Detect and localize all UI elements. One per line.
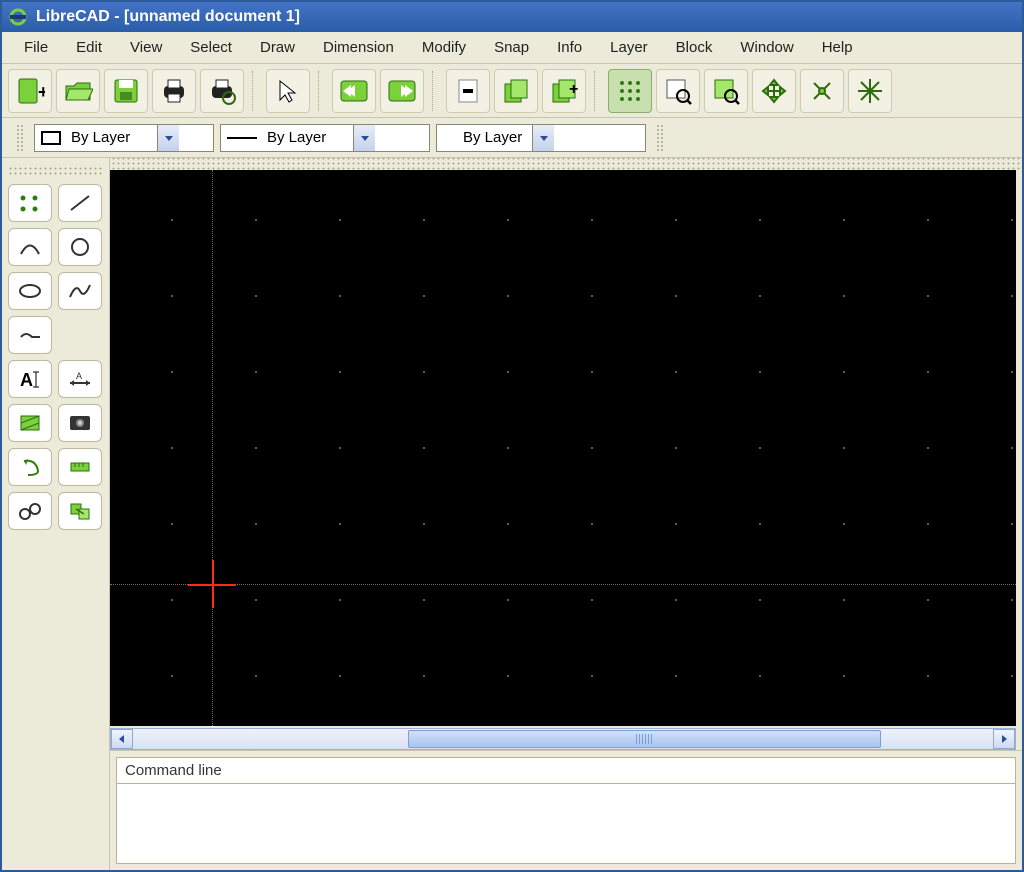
new-button[interactable]: + <box>8 69 52 113</box>
dropdown-arrow-icon[interactable] <box>353 125 375 151</box>
undo-button[interactable] <box>332 69 376 113</box>
svg-text:A: A <box>20 370 33 390</box>
svg-text:+: + <box>569 81 578 98</box>
app-logo-icon <box>8 7 28 27</box>
svg-text:+: + <box>38 82 45 102</box>
lineweight-selector[interactable]: By Layer <box>436 124 646 152</box>
linetype-selector-label: By Layer <box>263 129 353 146</box>
color-selector[interactable]: By Layer <box>34 124 214 152</box>
command-line-input[interactable] <box>116 784 1016 864</box>
toolbar-separator <box>432 71 438 111</box>
axis-vertical <box>212 170 213 726</box>
print-preview-button[interactable] <box>200 69 244 113</box>
arc-tool[interactable] <box>8 228 52 266</box>
cursor-button[interactable] <box>266 69 310 113</box>
hatch-tool[interactable] <box>8 404 52 442</box>
menu-snap[interactable]: Snap <box>480 33 543 62</box>
lineweight-selector-label: By Layer <box>437 129 532 146</box>
grip-icon[interactable] <box>656 124 664 152</box>
menu-select[interactable]: Select <box>176 33 246 62</box>
window-title: LibreCAD - [unnamed document 1] <box>36 8 300 26</box>
toolbar-separator <box>318 71 324 111</box>
points-tool[interactable] <box>8 184 52 222</box>
measure-tool[interactable] <box>58 448 102 486</box>
move-tool[interactable] <box>8 448 52 486</box>
grip-icon[interactable] <box>16 124 24 152</box>
dimension-tool[interactable]: A <box>58 360 102 398</box>
text-tool[interactable]: A <box>8 360 52 398</box>
redo-button[interactable] <box>380 69 424 113</box>
menu-window[interactable]: Window <box>726 33 807 62</box>
menu-file[interactable]: File <box>10 33 62 62</box>
color-selector-label: By Layer <box>67 129 157 146</box>
scroll-right-button[interactable] <box>993 729 1015 749</box>
canvas-wrap: Command line <box>110 158 1022 870</box>
properties-bar: By Layer By Layer By Layer <box>2 118 1022 158</box>
dropdown-arrow-icon[interactable] <box>532 125 554 151</box>
menu-layer[interactable]: Layer <box>596 33 662 62</box>
canvas-grip-icon[interactable] <box>110 158 1022 170</box>
spline-tool[interactable] <box>58 272 102 310</box>
main-area: A A Co <box>2 158 1022 870</box>
edit-block-tool[interactable] <box>58 492 102 530</box>
linetype-sample-icon <box>227 137 257 139</box>
grid-overlay <box>110 170 1016 726</box>
menu-help[interactable]: Help <box>808 33 867 62</box>
draw-toolbox: A A <box>2 158 110 870</box>
linetype-selector[interactable]: By Layer <box>220 124 430 152</box>
toolbox-grip-icon[interactable] <box>8 166 103 176</box>
scroll-thumb[interactable] <box>408 730 881 748</box>
menu-bar: File Edit View Select Draw Dimension Mod… <box>2 32 1022 64</box>
zoom-extents-button[interactable] <box>704 69 748 113</box>
ellipse-tool[interactable] <box>8 272 52 310</box>
menu-edit[interactable]: Edit <box>62 33 116 62</box>
color-swatch-icon <box>41 131 61 145</box>
horizontal-scrollbar[interactable] <box>110 728 1016 750</box>
copy-layer-button[interactable] <box>494 69 538 113</box>
toolbar-separator <box>252 71 258 111</box>
open-button[interactable] <box>56 69 100 113</box>
polyline-tool[interactable] <box>8 316 52 354</box>
toolbar-separator <box>594 71 600 111</box>
menu-view[interactable]: View <box>116 33 176 62</box>
delete-button[interactable] <box>446 69 490 113</box>
zoom-window-button[interactable] <box>656 69 700 113</box>
menu-block[interactable]: Block <box>662 33 727 62</box>
image-tool[interactable] <box>58 404 102 442</box>
menu-dimension[interactable]: Dimension <box>309 33 408 62</box>
block-tool[interactable] <box>8 492 52 530</box>
menu-modify[interactable]: Modify <box>408 33 480 62</box>
scroll-left-button[interactable] <box>111 729 133 749</box>
dropdown-arrow-icon[interactable] <box>157 125 179 151</box>
paste-layer-button[interactable]: + <box>542 69 586 113</box>
title-bar: LibreCAD - [unnamed document 1] <box>2 2 1022 32</box>
svg-text:A: A <box>76 371 82 381</box>
drawing-canvas[interactable] <box>110 170 1016 726</box>
main-toolbar: + + <box>2 64 1022 118</box>
line-tool[interactable] <box>58 184 102 222</box>
pan-in-button[interactable] <box>752 69 796 113</box>
print-button[interactable] <box>152 69 196 113</box>
scroll-track[interactable] <box>133 730 993 748</box>
menu-info[interactable]: Info <box>543 33 596 62</box>
axis-horizontal <box>110 584 1016 585</box>
circle-tool[interactable] <box>58 228 102 266</box>
command-line-label: Command line <box>116 757 1016 784</box>
save-button[interactable] <box>104 69 148 113</box>
menu-draw[interactable]: Draw <box>246 33 309 62</box>
grid-toggle-button[interactable] <box>608 69 652 113</box>
command-area: Command line <box>110 750 1022 870</box>
pan-free-button[interactable] <box>848 69 892 113</box>
pan-out-button[interactable] <box>800 69 844 113</box>
